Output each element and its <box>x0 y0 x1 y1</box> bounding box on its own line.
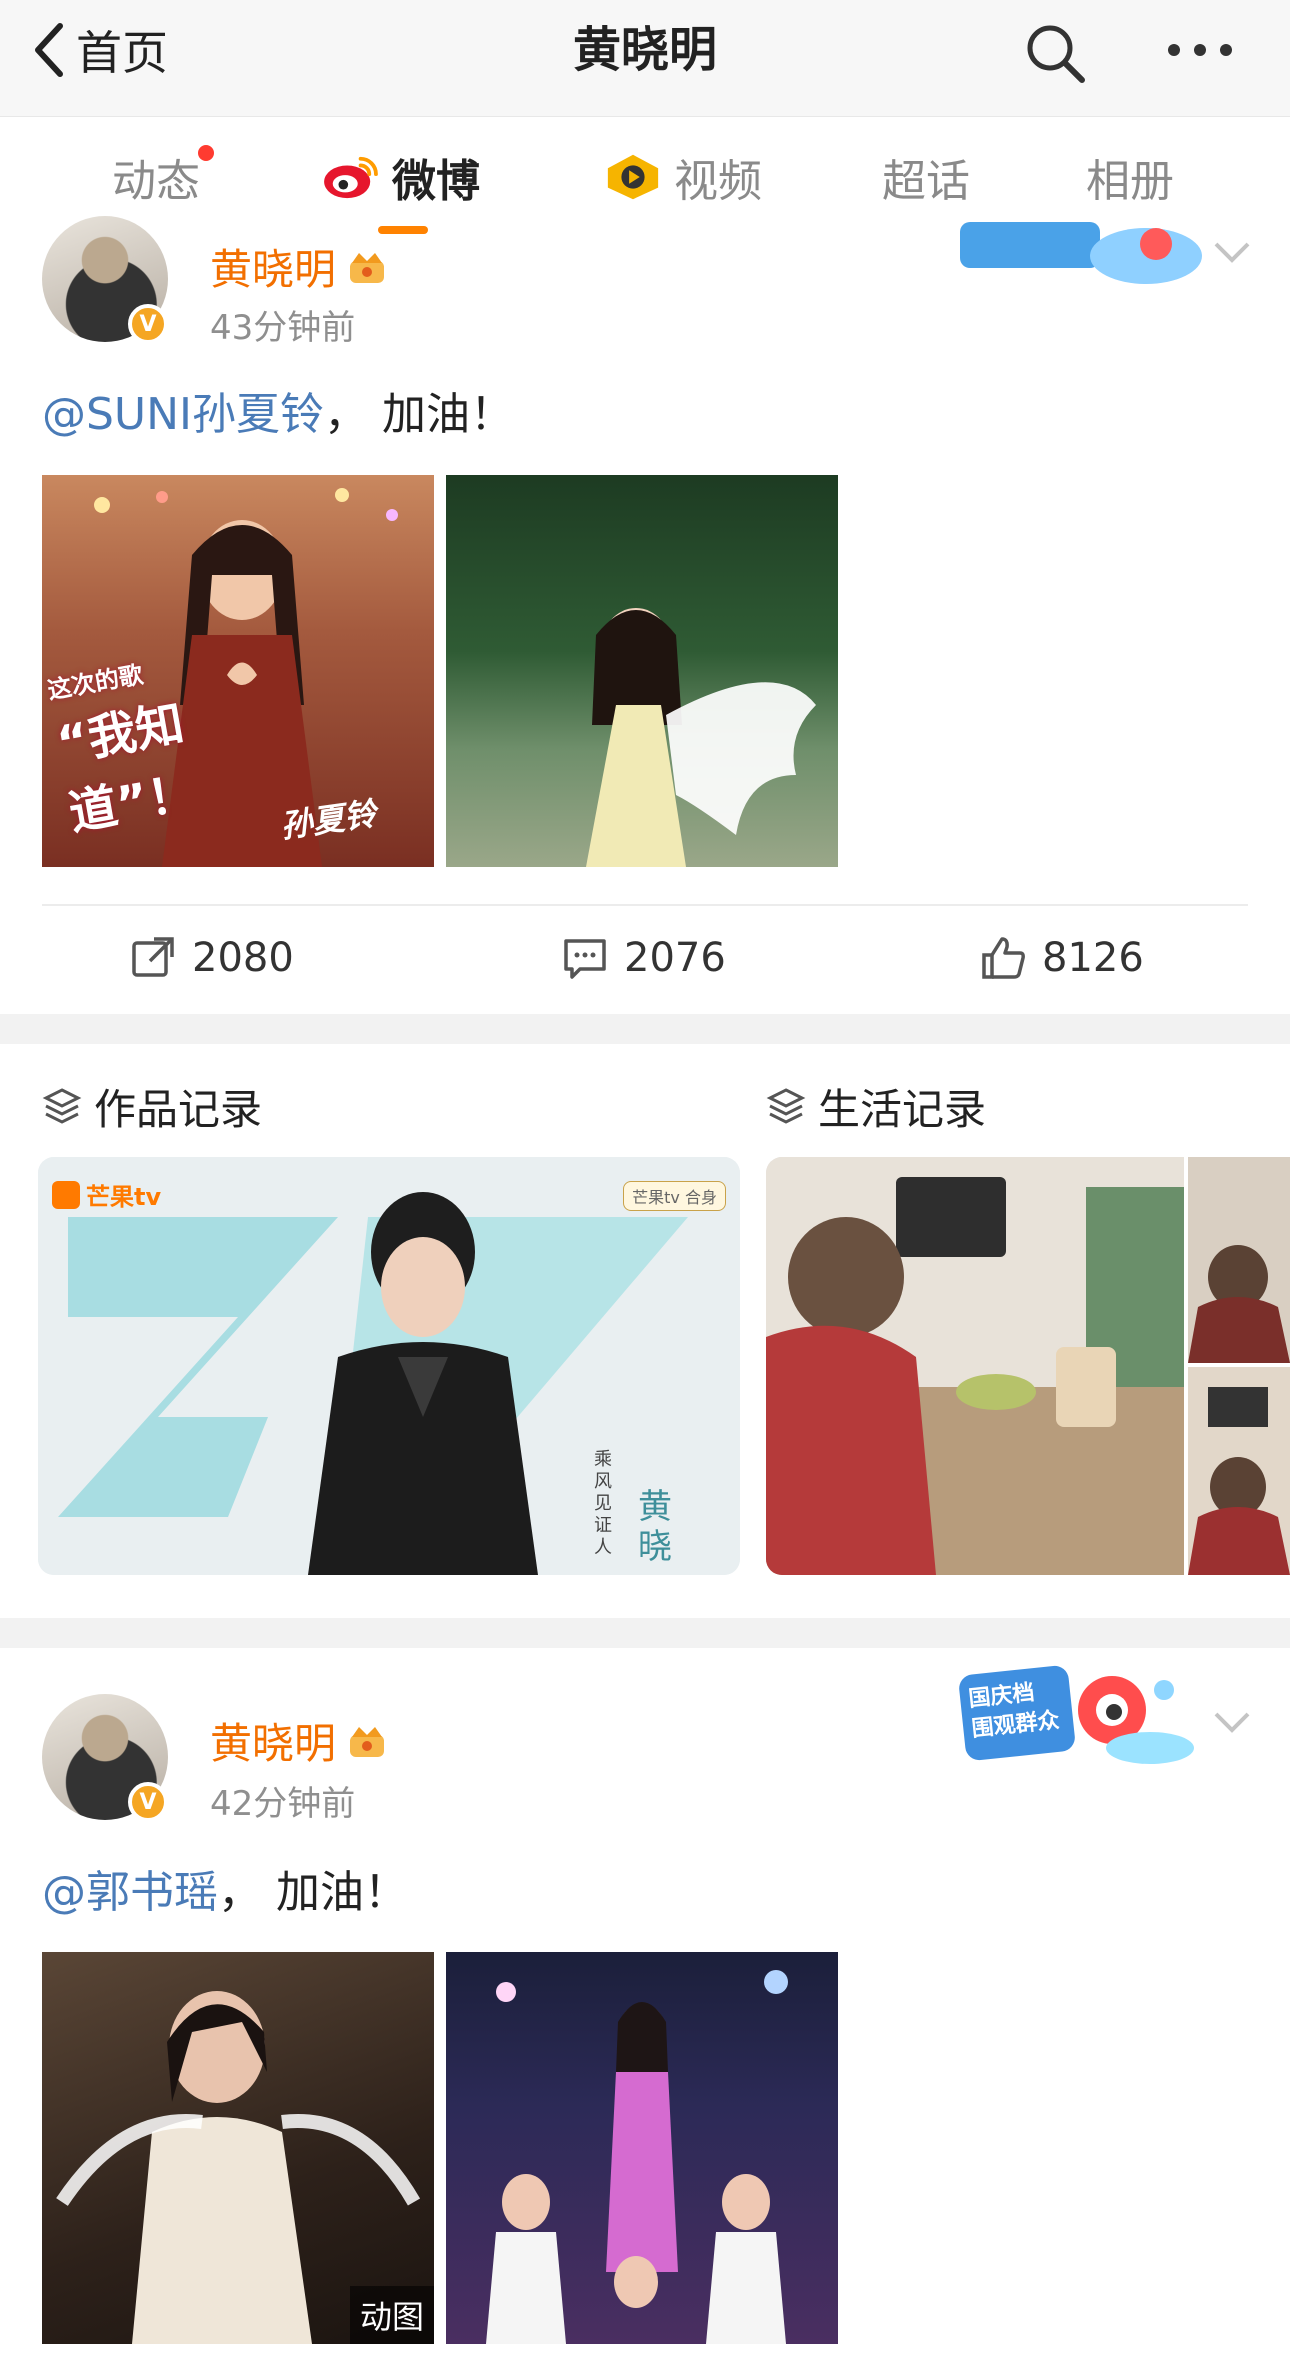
more-options-icon[interactable] <box>1160 20 1240 80</box>
brand-name: 芒果tv <box>86 1183 162 1211</box>
notification-dot <box>198 145 214 161</box>
album-cover-illustration <box>38 1157 740 1575</box>
comment-count: 2076 <box>624 935 726 981</box>
image-angel-illustration <box>586 608 816 867</box>
chevron-down-icon[interactable] <box>1212 236 1252 266</box>
album-title-text: 生活记录 <box>818 1084 987 1134</box>
tab-label: 微博 <box>392 156 480 207</box>
event-sticker-icon <box>960 222 1202 284</box>
post-text: @郭书瑶， 加油！ <box>42 1856 408 1920</box>
post-author[interactable]: 黄晓明 <box>210 236 388 297</box>
album-title[interactable]: 生活记录 <box>766 1078 986 1134</box>
layers-icon <box>766 1088 806 1124</box>
post-image[interactable]: 这次的歌 “我知道”！ 孙夏铃 <box>42 475 434 867</box>
weibo-logo-icon <box>324 156 378 199</box>
post-image[interactable] <box>446 1952 838 2344</box>
album-card-life-main[interactable] <box>766 1157 1184 1575</box>
post-timestamp: 42分钟前 <box>210 1784 356 1824</box>
tab-dynamics[interactable]: 动态 <box>112 145 214 207</box>
tab-label: 超话 <box>882 156 970 207</box>
album-title[interactable]: 作品记录 <box>42 1078 262 1134</box>
section-separator <box>0 1618 1290 1648</box>
vertical-caption: 乘风见证人 <box>594 1449 612 1558</box>
comment-icon <box>564 939 606 979</box>
divider <box>42 904 1248 906</box>
verified-badge-icon: V <box>128 1782 168 1822</box>
weibo-profile-page: 首页 黄晓明 动态 微博 视频 超话 相册 V 黄晓明 43分钟前 @SUNI孙… <box>0 0 1290 2370</box>
image-stage-illustration <box>486 1970 788 2344</box>
tab-video[interactable]: 视频 <box>604 147 762 207</box>
author-name: 黄晓明 <box>210 245 337 294</box>
post-author[interactable]: 黄晓明 <box>210 1710 388 1771</box>
post-image[interactable] <box>446 475 838 867</box>
kitchen-thumb-illustration <box>1188 1157 1290 1363</box>
section-separator <box>0 1014 1290 1044</box>
post-body: ， 加油！ <box>324 389 515 440</box>
kitchen-thumb-illustration <box>1188 1367 1290 1575</box>
tab-label: 视频 <box>674 156 762 207</box>
chevron-down-icon[interactable] <box>1212 1706 1252 1736</box>
tab-label: 相册 <box>1086 156 1174 207</box>
crown-icon <box>350 252 385 283</box>
top-navigation-bar: 首页 黄晓明 <box>0 0 1290 116</box>
tab-super-topic[interactable]: 超话 <box>882 147 970 207</box>
album-card-works[interactable]: 芒果tv 芒果tv 合身 乘风见证人 黄晓 <box>38 1157 740 1575</box>
event-sticker: 国庆档 围观群众 <box>950 1660 1200 1770</box>
post-text: @SUNI孙夏铃， 加油！ <box>42 378 514 442</box>
tab-label: 动态 <box>112 156 200 207</box>
gif-badge: 动图 <box>349 2286 434 2344</box>
comment-button[interactable]: 2076 <box>562 930 726 986</box>
post-image[interactable]: 动图 <box>42 1952 434 2344</box>
crown-icon <box>350 1726 385 1757</box>
tab-weibo[interactable]: 微博 <box>322 147 480 207</box>
mention-link[interactable]: @SUNI孙夏铃 <box>42 389 324 440</box>
active-tab-indicator <box>378 226 428 234</box>
like-count: 8126 <box>1042 935 1144 981</box>
post-body: ， 加油！ <box>218 1867 408 1918</box>
album-thumb[interactable] <box>1188 1367 1290 1575</box>
sticker-text: 国庆档 围观群众 <box>967 1675 1073 1745</box>
album-title-text: 作品记录 <box>94 1084 263 1134</box>
layers-icon <box>42 1088 82 1124</box>
corner-tag: 芒果tv 合身 <box>623 1181 726 1211</box>
video-play-icon <box>607 154 659 200</box>
repost-icon <box>132 937 174 977</box>
album-thumb[interactable] <box>1188 1157 1290 1363</box>
search-icon[interactable] <box>1022 20 1088 86</box>
repost-button[interactable]: 2080 <box>130 930 294 986</box>
repost-count: 2080 <box>192 935 294 981</box>
post-timestamp: 43分钟前 <box>210 308 356 348</box>
vertical-name: 黄晓 <box>638 1487 672 1567</box>
like-button[interactable]: 8126 <box>980 930 1144 986</box>
mention-link[interactable]: @郭书瑶 <box>42 1867 218 1918</box>
tab-album[interactable]: 相册 <box>1086 147 1174 207</box>
page-title: 黄晓明 <box>572 22 717 78</box>
verified-badge-icon: V <box>128 304 168 344</box>
kitchen-photo-illustration <box>766 1157 1184 1575</box>
author-name: 黄晓明 <box>210 1719 337 1768</box>
thumbs-up-icon <box>982 937 1025 979</box>
mango-logo-icon <box>52 1180 80 1209</box>
brand-logo: 芒果tv <box>52 1177 161 1212</box>
